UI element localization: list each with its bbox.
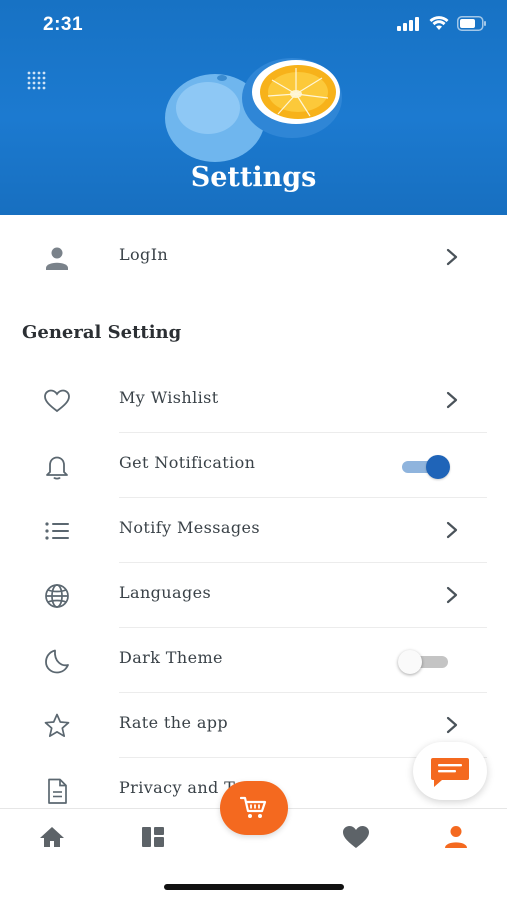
bell-icon <box>46 456 68 480</box>
star-icon <box>44 713 70 738</box>
setting-label: Privacy and T <box>119 778 236 797</box>
document-icon <box>48 778 67 804</box>
section-title-general: General Setting <box>22 322 182 343</box>
home-indicator <box>164 884 344 890</box>
setting-row-dark-theme[interactable]: Dark Theme <box>0 628 507 693</box>
list-icon <box>45 522 69 540</box>
setting-label: Rate the app <box>119 713 229 732</box>
battery-icon <box>457 16 486 31</box>
login-label: LogIn <box>119 245 169 264</box>
heart-icon[interactable] <box>340 823 372 851</box>
header-banner: 2:31 Settings <box>0 0 507 215</box>
status-time: 2:31 <box>43 14 84 35</box>
setting-label: Dark Theme <box>119 648 223 667</box>
chevron-right-icon <box>446 586 458 604</box>
dashboard-icon[interactable] <box>137 823 169 851</box>
setting-label: My Wishlist <box>119 388 219 407</box>
home-icon[interactable] <box>36 823 68 851</box>
setting-row-notify-messages[interactable]: Notify Messages <box>0 498 507 563</box>
globe-icon <box>45 584 69 608</box>
cart-button[interactable] <box>220 781 288 835</box>
setting-label: Get Notification <box>119 453 256 472</box>
setting-row-languages[interactable]: Languages <box>0 563 507 628</box>
chevron-right-icon <box>446 248 458 266</box>
dark-theme-toggle[interactable] <box>398 650 452 674</box>
setting-row-notification[interactable]: Get Notification <box>0 433 507 498</box>
dotted-menu-icon[interactable] <box>26 70 50 92</box>
cart-icon <box>240 796 267 818</box>
chat-icon <box>431 758 469 787</box>
setting-label: Languages <box>119 583 212 602</box>
notification-toggle[interactable] <box>402 455 452 479</box>
moon-icon <box>45 649 69 674</box>
chevron-right-icon <box>446 391 458 409</box>
profile-icon[interactable] <box>440 823 472 851</box>
chat-button[interactable] <box>413 742 487 800</box>
signal-icon <box>397 16 419 31</box>
heart-outline-icon <box>44 389 70 413</box>
page-title: Settings <box>190 162 317 193</box>
chevron-right-icon <box>446 716 458 734</box>
setting-row-wishlist[interactable]: My Wishlist <box>0 368 507 433</box>
status-bar: 2:31 <box>0 0 507 52</box>
setting-label: Notify Messages <box>119 518 260 537</box>
chevron-right-icon <box>446 521 458 539</box>
person-icon <box>46 247 68 270</box>
orange-illustration-icon <box>165 58 342 162</box>
wifi-icon <box>429 16 449 30</box>
login-row[interactable]: LogIn <box>0 225 507 290</box>
